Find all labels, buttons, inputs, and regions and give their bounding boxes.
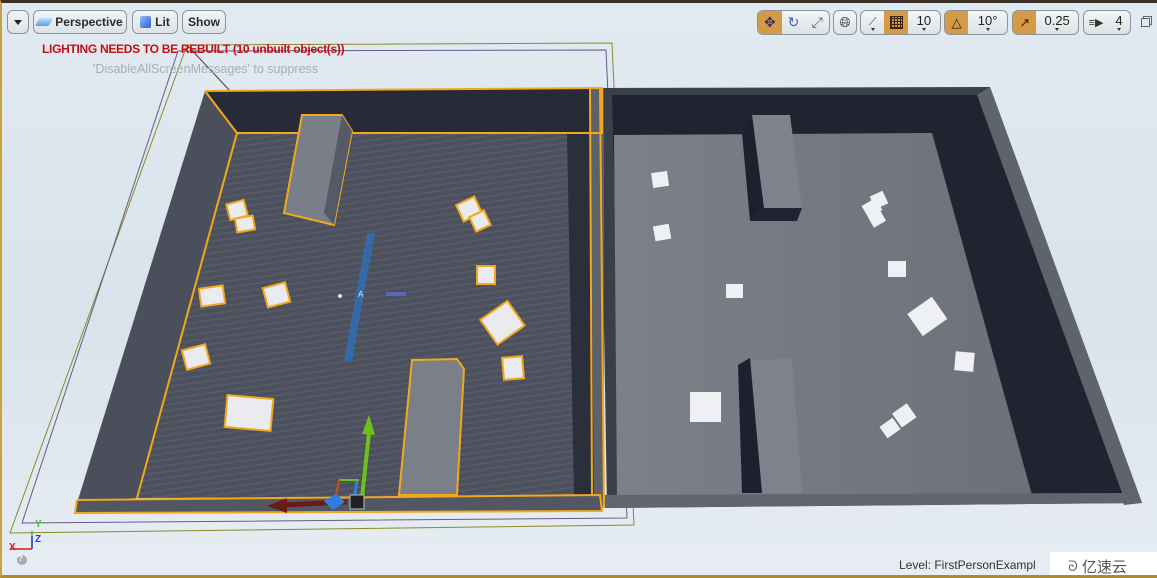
axis-label-z: Z [35,534,42,545]
rotation-snap-value[interactable]: 10° [968,11,1007,34]
perspective-icon [34,18,54,26]
level-viewport[interactable]: A Y Z X ? Perspective Lit Show LIGHTING … [0,0,1157,578]
left-room[interactable]: A [73,86,605,515]
axis-label-x: X [9,542,16,553]
svg-text:A: A [358,290,364,299]
lighting-mode-label: Lit [155,15,170,29]
show-label: Show [188,15,220,29]
camera-speed-button[interactable]: ≡▶ 4 [1083,10,1131,35]
rotation-snap-toggle[interactable]: △ [945,11,969,34]
cloud-logo-icon: ᘐ [1068,558,1078,574]
grid-snap-group: ⟋ 10 [860,10,941,35]
camera-speed-value: 4 [1108,11,1130,34]
grid-icon [889,16,903,29]
scale-icon: ⤢ [811,14,823,30]
restore-viewport-icon-back [1141,18,1150,27]
restore-viewport-button[interactable] [1141,16,1152,27]
level-name-label: Level: FirstPersonExampl [899,558,1036,572]
view-mode-label: Perspective [55,15,123,29]
angle-icon: △ [951,14,962,30]
grid-snap-value[interactable]: 10 [908,11,940,34]
scale-mode-button[interactable]: ⤢ [805,11,829,34]
watermark-text: 亿速云 [1081,559,1127,576]
rotate-mode-button[interactable]: ↻ [782,11,806,34]
lighting-rebuild-warning: LIGHTING NEEDS TO BE REBUILT (10 unbuilt… [42,42,345,56]
scale-snap-icon: ↗ [1019,14,1031,30]
translate-mode-button[interactable]: ✥ [758,11,782,34]
rotate-icon: ↻ [787,14,800,30]
view-mode-button[interactable]: Perspective [33,10,127,34]
transform-mode-group: ✥ ↻ ⤢ [757,10,830,35]
world-icon: 🌐︎ [839,14,851,30]
watermark: ᘐ 亿速云 [1050,552,1157,576]
lighting-mode-button[interactable]: Lit [132,10,178,34]
suppress-hint: 'DisableAllScreenMessages' to suppress [93,62,319,76]
scene-canvas[interactable]: A [2,3,1157,578]
world-icon-cell: 🌐︎ [834,11,856,34]
axis-label-y: Y [35,519,42,530]
camera-speed-icon-cell: ≡▶ [1084,11,1108,34]
grid-snap-toggle[interactable] [884,11,908,34]
show-button[interactable]: Show [182,10,226,34]
translate-icon: ✥ [763,14,776,30]
help-icon[interactable]: ? [18,554,23,563]
viewport-options-button[interactable] [7,10,29,34]
camera-speed-icon: ≡▶ [1088,17,1104,29]
scale-snap-toggle[interactable]: ↗ [1013,11,1037,34]
scale-snap-group: ↗ 0.25 [1012,10,1079,35]
scale-snap-value[interactable]: 0.25 [1036,11,1078,34]
rotation-snap-group: △ 10° [944,10,1008,35]
lit-cube-icon [140,16,152,28]
caret-down-icon [14,19,22,25]
right-room[interactable] [600,87,1142,508]
surface-snapping-button[interactable]: ⟋ [861,11,884,34]
coordinate-system-button[interactable]: 🌐︎ [833,10,857,35]
